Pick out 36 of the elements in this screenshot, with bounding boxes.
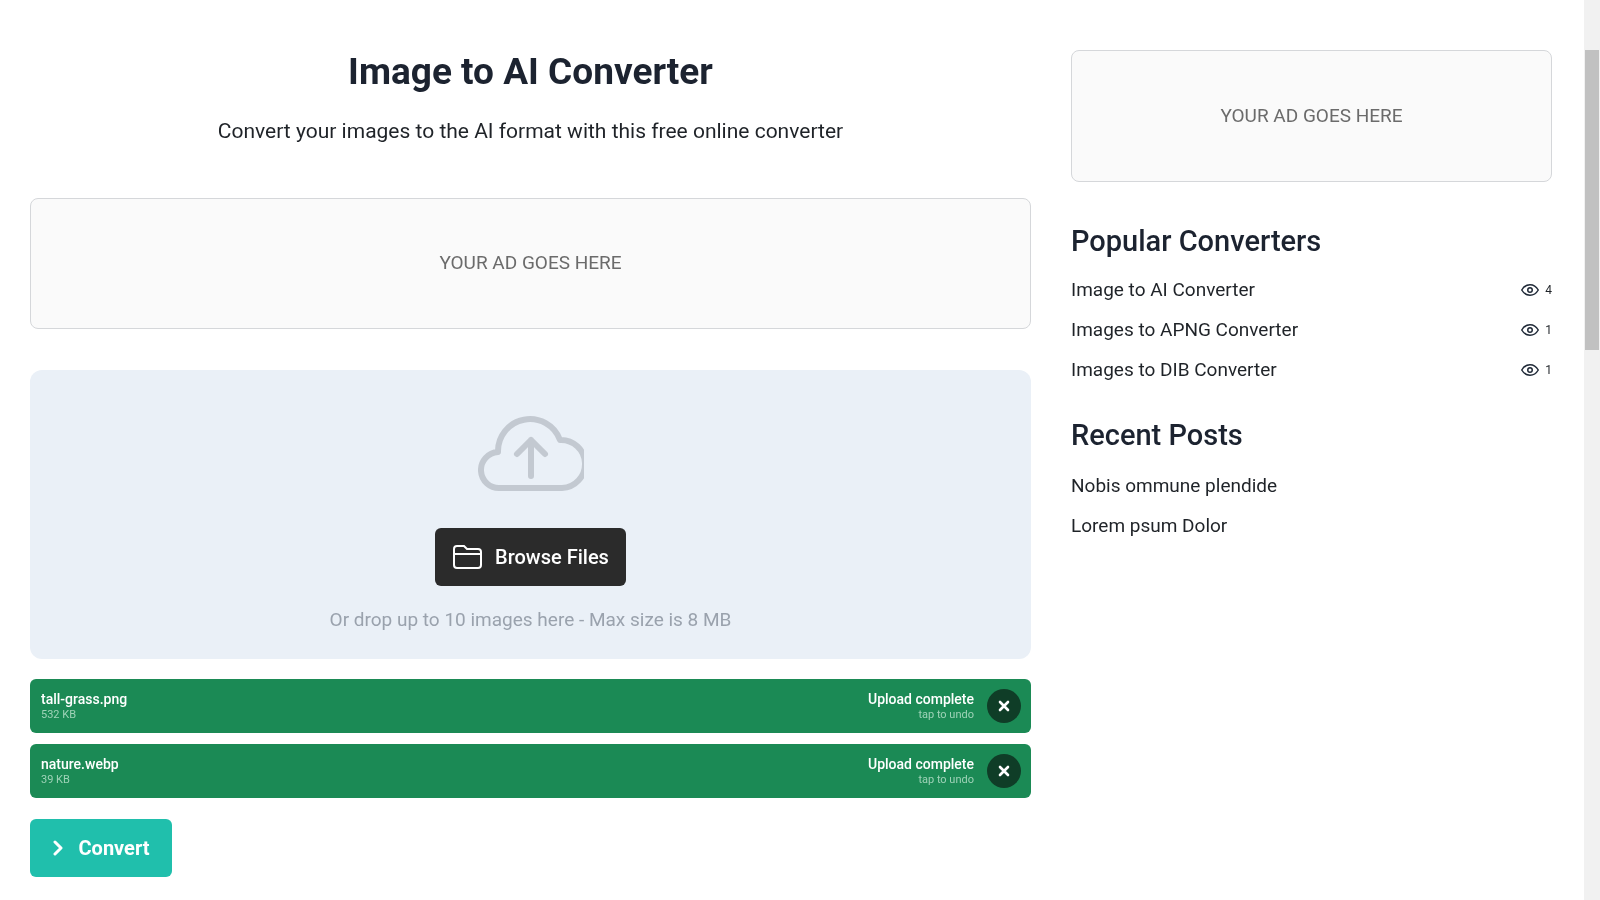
dropzone-hint: Or drop up to 10 images here - Max size is 8 MB bbox=[329, 607, 732, 633]
page-subtitle: Convert your images to the AI format with this free online converter bbox=[216, 118, 845, 145]
undo-hint: tap to undo bbox=[918, 707, 974, 722]
remove-file-button[interactable] bbox=[987, 754, 1021, 788]
view-count: 4 bbox=[1545, 282, 1552, 299]
file-name: tall-grass.png bbox=[41, 690, 129, 708]
upload-status: Upload complete bbox=[868, 690, 974, 708]
scrollbar[interactable] bbox=[1584, 0, 1600, 900]
section-heading: Popular Converters bbox=[1071, 223, 1323, 260]
scrollbar-thumb[interactable] bbox=[1585, 50, 1599, 350]
converter-link[interactable]: Image to AI Converter bbox=[1071, 275, 1255, 305]
folder-icon bbox=[452, 544, 484, 570]
view-count: 1 bbox=[1545, 362, 1552, 379]
close-icon bbox=[998, 700, 1010, 712]
upload-status: Upload complete bbox=[868, 755, 974, 773]
remove-file-button[interactable] bbox=[987, 689, 1021, 723]
eye-icon bbox=[1521, 363, 1540, 377]
file-size: 39 KB bbox=[41, 772, 71, 787]
ad-placeholder-text: YOUR AD GOES HERE bbox=[1220, 102, 1403, 129]
chevron-right-icon bbox=[52, 840, 63, 856]
eye-icon bbox=[1521, 323, 1540, 337]
ad-placeholder-text: YOUR AD GOES HERE bbox=[439, 250, 622, 277]
converter-link[interactable]: Images to DIB Converter bbox=[1071, 355, 1277, 385]
view-count: 1 bbox=[1545, 322, 1552, 339]
converter-link[interactable]: Images to APNG Converter bbox=[1071, 315, 1299, 345]
file-size: 532 KB bbox=[41, 707, 78, 722]
page-title: Image to AI Converter bbox=[347, 49, 714, 95]
undo-hint: tap to undo bbox=[918, 772, 974, 787]
file-name: nature.webp bbox=[41, 755, 120, 773]
section-heading: Recent Posts bbox=[1071, 417, 1244, 454]
dropzone[interactable]: Browse Files Or drop up to 10 images here - Max size is 8 MB bbox=[30, 370, 1031, 659]
post-link[interactable]: Nobis ommune plendide bbox=[1071, 466, 1552, 506]
post-link[interactable]: Lorem psum Dolor bbox=[1071, 506, 1552, 546]
browse-files-button[interactable]: Browse Files bbox=[435, 528, 626, 586]
eye-icon bbox=[1521, 283, 1540, 297]
close-icon bbox=[998, 765, 1010, 777]
